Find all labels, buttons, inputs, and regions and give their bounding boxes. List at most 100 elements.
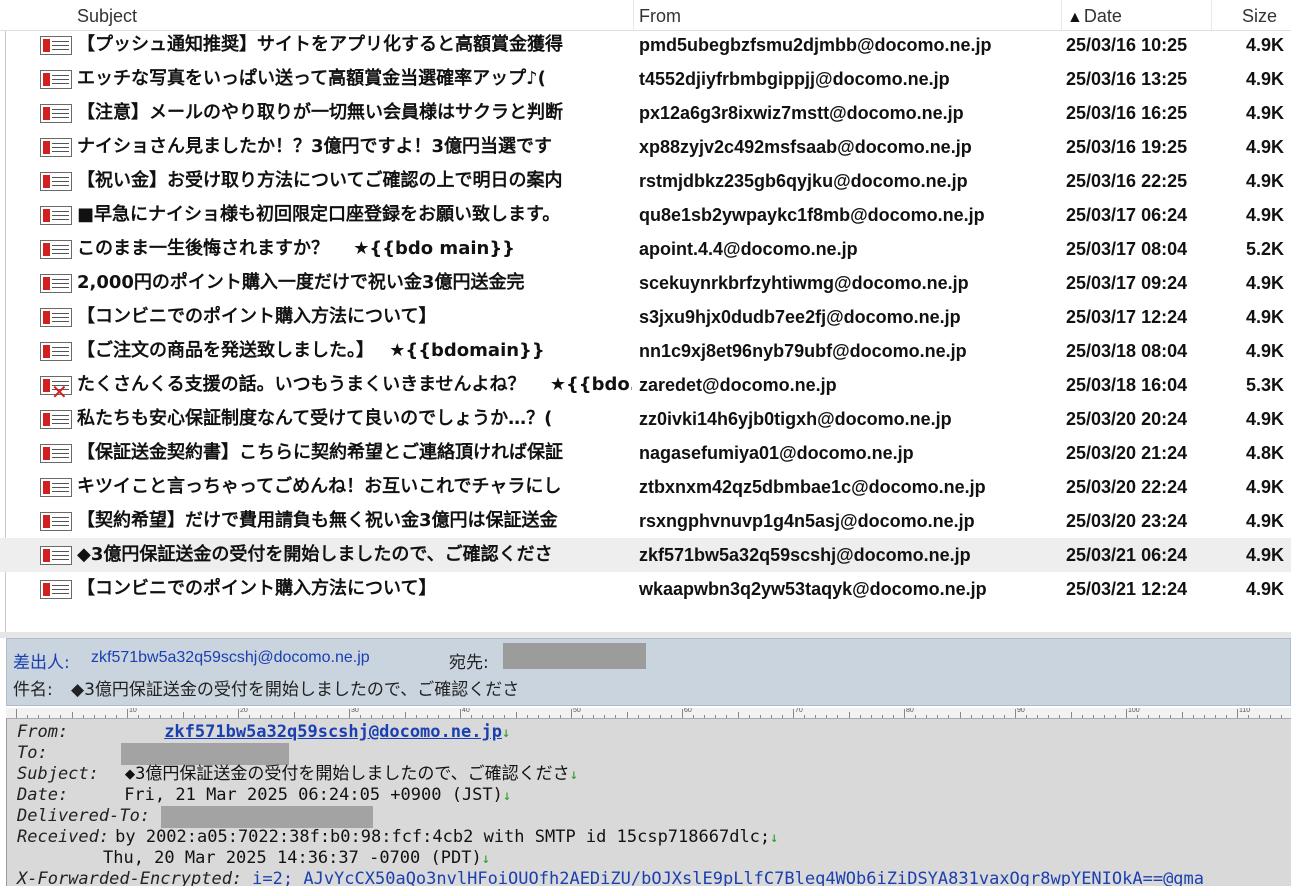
ruler-tick (904, 709, 905, 718)
line-end-icon: ↓ (770, 830, 779, 846)
ruler-tick (249, 715, 251, 718)
column-header-date[interactable]: ▲Date (1062, 0, 1212, 30)
raw-line-received-cont: Thu, 20 Mar 2025 14:36:37 -0700 (PDT)↓ (103, 847, 490, 869)
raw-to-redacted (121, 743, 289, 765)
error-x-icon: ✕ (51, 380, 68, 404)
mail-icon (40, 172, 72, 191)
message-date: 25/03/16 22:25 (1066, 171, 1188, 191)
message-row[interactable]: ◆3億円保証送金の受付を開始しましたので、ご確認くださ zkf571bw5a32q… (0, 538, 1291, 572)
ruler-tick (437, 715, 439, 718)
line-end-icon: ↓ (502, 788, 512, 804)
ruler-tick (1281, 715, 1283, 718)
message-row[interactable]: 【注意】メールのやり取りが一切無い会員様はサクラと判断 px12a6g3r8ixw… (0, 96, 1291, 130)
ruler-tick (404, 712, 406, 718)
message-from: apoint.4.4@docomo.ne.jp (639, 239, 858, 259)
message-from: qu8e1sb2ywpaykc1f8mb@docomo.ne.jp (639, 205, 985, 225)
ruler-tick (260, 715, 262, 718)
message-subject: ◆3億円保証送金の受付を開始しましたので、ご確認くださ (77, 544, 553, 565)
message-row[interactable]: 【プッシュ通知推奨】サイトをアプリ化すると高額賞金獲得 pmd5ubegbzfsm… (0, 28, 1291, 62)
message-row[interactable]: 【祝い金】お受け取り方法についてご確認の上で明日の案内 rstmjdbkz235g… (0, 164, 1291, 198)
ruler-tick (959, 712, 961, 718)
column-header-subject[interactable]: Subject (72, 0, 634, 30)
column-size-label: Size (1242, 6, 1278, 26)
message-date: 25/03/16 19:25 (1066, 137, 1188, 157)
message-date: 25/03/17 12:24 (1066, 307, 1188, 327)
message-subject: 【注意】メールのやり取りが一切無い会員様はサクラと判断 (77, 102, 563, 123)
message-row[interactable]: 【コンビニでのポイント購入方法について】 s3jxu9hjx0dudb7ee2fj… (0, 300, 1291, 334)
raw-from-address[interactable]: zkf571bw5a32q59scshj@docomo.ne.jp (164, 722, 502, 742)
ruler-tick (1081, 715, 1083, 718)
ruler-tick (349, 709, 350, 718)
ruler-tick (71, 712, 73, 718)
ruler-tick (93, 715, 95, 718)
ruler-tick (337, 715, 339, 718)
raw-header-view[interactable]: From: zkf571bw5a32q59scshj@docomo.ne.jp↓ … (6, 719, 1291, 886)
ruler-tick (1048, 715, 1050, 718)
sender-address[interactable]: zkf571bw5a32q59scshj@docomo.ne.jp (91, 649, 370, 667)
ruler-tick (1214, 715, 1216, 718)
ruler-tick (304, 715, 306, 718)
subject-label: 件名: (13, 680, 53, 700)
message-subject: たくさんくる支援の話。いつもうまくいきませんよね？ ★{{bdo... (77, 374, 632, 395)
ruler-tick (27, 715, 29, 718)
ruler-tick (115, 715, 117, 718)
message-from: s3jxu9hjx0dudb7ee2fj@docomo.ne.jp (639, 307, 961, 327)
column-header-from[interactable]: From (634, 0, 1062, 30)
message-subject: ■早急にナイショ様も初回限定口座登録をお願い致します。 (77, 204, 561, 225)
ruler-tick (182, 712, 184, 718)
ruler-tick (1248, 715, 1250, 718)
ruler-label: 30 (351, 708, 359, 714)
ruler-tick (1192, 715, 1194, 718)
message-row[interactable]: 【保証送金契約書】こちらに契約希望とご連絡頂ければ保証 nagasefumiya0… (0, 436, 1291, 470)
message-from: px12a6g3r8ixwiz7mstt@docomo.ne.jp (639, 103, 964, 123)
message-row[interactable]: ■早急にナイショ様も初回限定口座登録をお願い致します。 qu8e1sb2ywpay… (0, 198, 1291, 232)
ruler-tick (16, 709, 17, 718)
message-size: 4.9K (1245, 137, 1284, 157)
raw-received-key: Received: (17, 827, 110, 847)
message-from: zz0ivki14h6yjb0tigxh@docomo.ne.jp (639, 409, 952, 429)
message-from: pmd5ubegbzfsmu2djmbb@docomo.ne.jp (639, 35, 992, 55)
message-row[interactable]: ナイショさん見ましたか！？3億円ですよ！3億円当選です xp88zyjv2c492… (0, 130, 1291, 164)
ruler-tick (371, 715, 373, 718)
message-date: 25/03/20 23:24 (1066, 511, 1188, 531)
message-row[interactable]: 【ご注文の商品を発送致しました。】 ★{{bdomain}} nn1c9xj8et… (0, 334, 1291, 368)
message-size: 4.9K (1245, 103, 1284, 123)
message-from: nagasefumiya01@docomo.ne.jp (639, 443, 914, 463)
ruler-tick (970, 715, 972, 718)
column-ruler: 10 20 30 40 50 60 70 80 90 100 110 (6, 708, 1291, 719)
message-row[interactable]: このまま一生後悔されますか？ ★{{bdo main}} apoint.4.4@d… (0, 232, 1291, 266)
ruler-tick (693, 715, 695, 718)
message-row[interactable]: 【コンビニでのポイント購入方法について】 wkaapwbn3q2yw53taqyk… (0, 572, 1291, 606)
message-row[interactable]: キツイこと言っちゃってごめんね！お互いこれでチャラにし ztbxnxm42qz5d… (0, 470, 1291, 504)
mail-icon (40, 104, 72, 123)
ruler-tick (526, 715, 528, 718)
ruler-label: 100 (1128, 708, 1140, 714)
sender-label: 差出人: (13, 653, 70, 673)
raw-xforwarded-key: X-Forwarded-Encrypted: (17, 869, 243, 886)
ruler-tick (49, 715, 51, 718)
message-row[interactable]: ✕ たくさんくる支援の話。いつもうまくいきませんよね？ ★{{bdo... zare… (0, 368, 1291, 402)
ruler-tick (992, 715, 994, 718)
raw-line-date: Date: Fri, 21 Mar 2025 06:24:05 +0900 (JS… (17, 784, 511, 806)
mail-icon (40, 36, 72, 55)
ruler-tick (1148, 715, 1150, 718)
message-row[interactable]: 2,000円のポイント購入一度だけで祝い金3億円送金完 scekuynrkbrfz… (0, 266, 1291, 300)
column-header-size[interactable]: Size (1212, 0, 1291, 30)
message-date: 25/03/16 16:25 (1066, 103, 1188, 123)
message-date: 25/03/20 21:24 (1066, 443, 1188, 463)
message-size: 4.9K (1245, 35, 1284, 55)
ruler-label: 110 (1239, 708, 1251, 714)
message-size: 4.9K (1245, 579, 1284, 599)
ruler-tick (748, 715, 750, 718)
message-subject: 【契約希望】だけで費用請負も無く祝い金3億円は保証送金 (77, 510, 558, 531)
mail-icon (40, 308, 72, 327)
ruler-tick (426, 715, 428, 718)
raw-delivered-key: Delivered-To: (17, 806, 151, 826)
message-subject: このまま一生後悔されますか？ ★{{bdo main}} (77, 238, 515, 259)
ruler-tick (1270, 715, 1272, 718)
mail-icon (40, 410, 72, 429)
message-row[interactable]: 私たちも安心保証制度なんて受けて良いのでしょうか…？(zz0ivki14h6yj… (0, 402, 1291, 436)
message-row[interactable]: 【契約希望】だけで費用請負も無く祝い金3億円は保証送金 rsxngphvnuvp1… (0, 504, 1291, 538)
ruler-tick (548, 715, 550, 718)
message-row[interactable]: エッチな写真をいっぱい送って高額賞金当選確率アップ♪(t4552djiyfrbm… (0, 62, 1291, 96)
